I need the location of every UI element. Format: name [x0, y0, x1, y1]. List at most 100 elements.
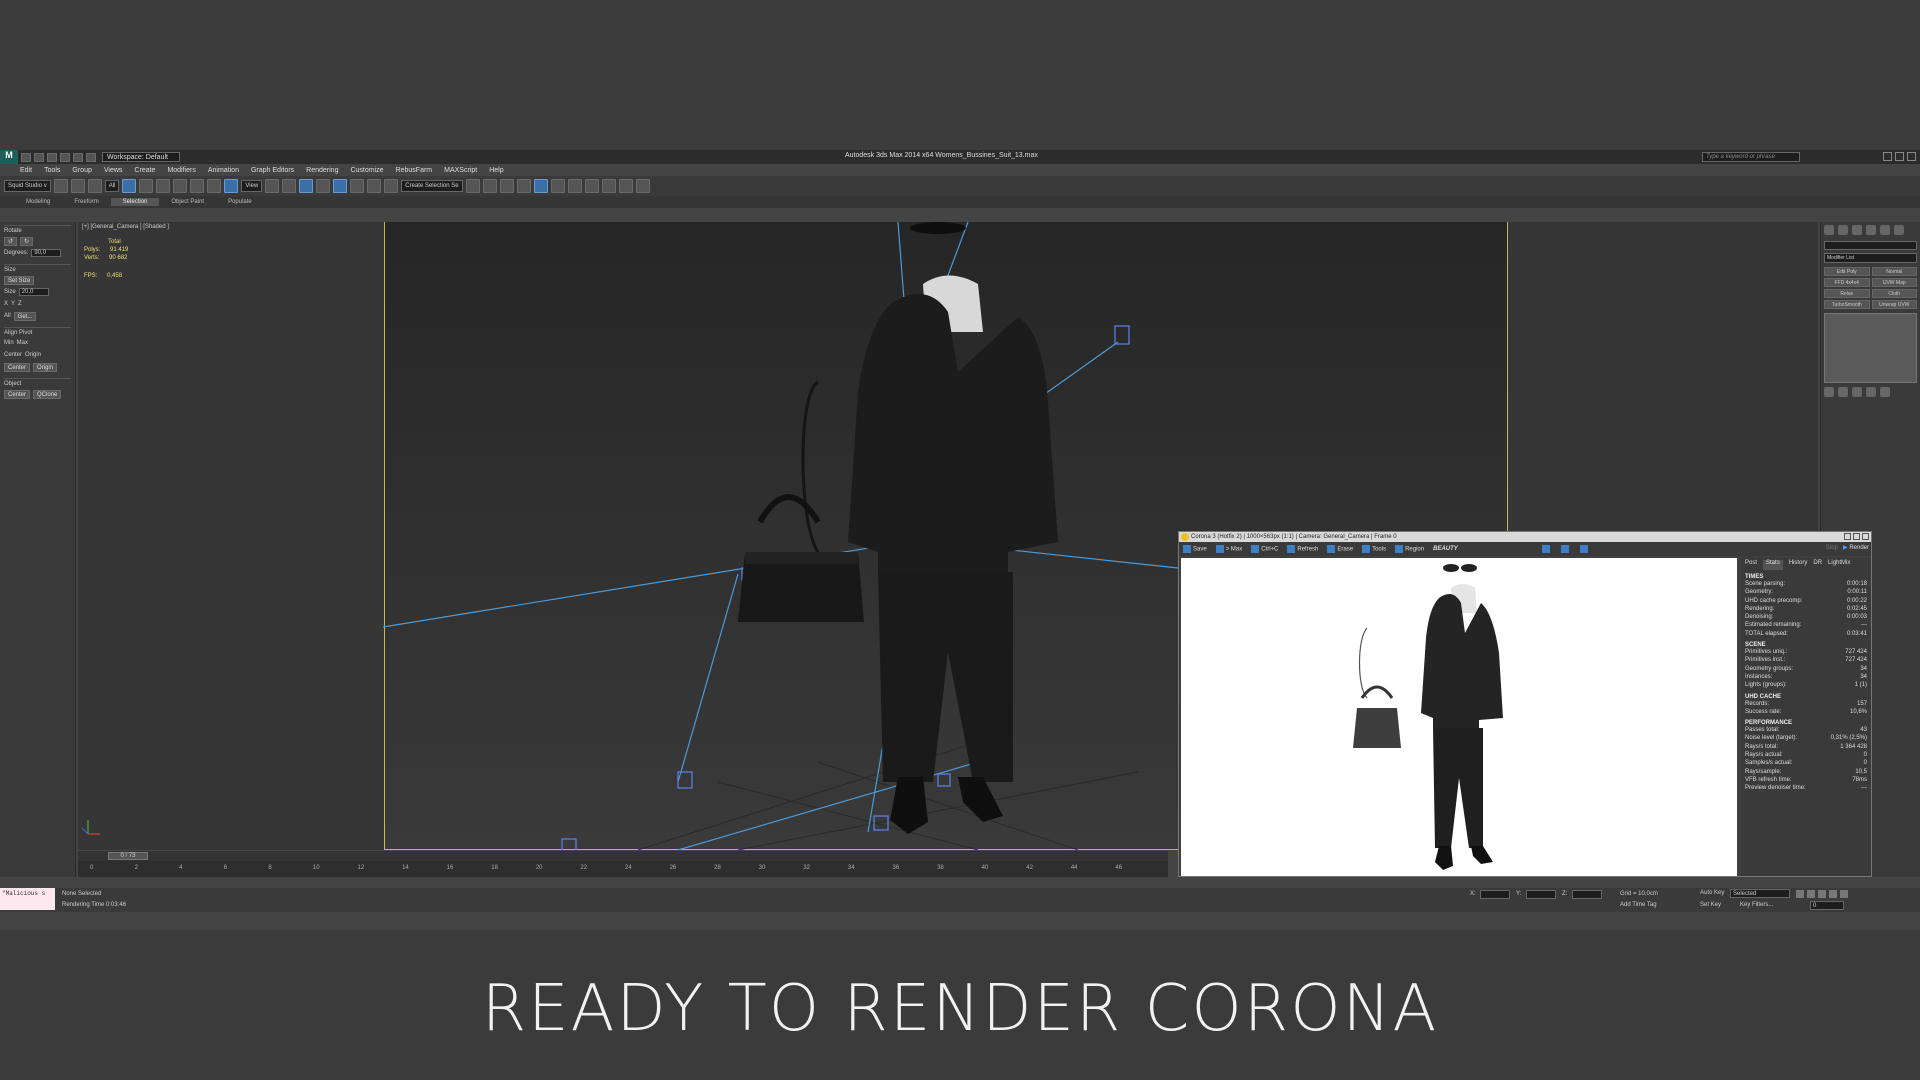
all-radio[interactable]: All [4, 313, 11, 319]
modifier-uvw-map-button[interactable]: UVW Map [1871, 278, 1917, 287]
vfb-refresh-button[interactable]: Refresh [1287, 545, 1318, 553]
window-crossing-icon[interactable] [173, 179, 188, 193]
go-to-start-icon[interactable] [1796, 890, 1804, 898]
zoom-out-icon[interactable] [1561, 545, 1570, 553]
vfb-tab-dr[interactable]: DR [1813, 560, 1822, 570]
set-key-button[interactable]: Set Key [1700, 902, 1721, 908]
snaps-toggle-icon[interactable] [316, 179, 331, 193]
edit-named-selection-icon[interactable] [384, 179, 399, 193]
vfb-save-button[interactable]: Save [1183, 545, 1207, 553]
menu-tools[interactable]: Tools [44, 167, 60, 174]
tab-object-paint[interactable]: Object Paint [159, 198, 216, 206]
percent-snap-icon[interactable] [350, 179, 365, 193]
menu-group[interactable]: Group [72, 167, 91, 174]
vfb-stop-button[interactable]: Stop [1826, 545, 1838, 551]
key-mode-dropdown[interactable]: Selected [1730, 889, 1790, 898]
vfb-tab-stats[interactable]: Stats [1763, 560, 1783, 570]
menu-views[interactable]: Views [104, 167, 123, 174]
set-size-button[interactable]: Set Size [4, 275, 35, 285]
time-slider[interactable]: 0 / 73 [78, 851, 1168, 861]
material-editor-icon[interactable] [567, 179, 582, 193]
menu-rendering[interactable]: Rendering [306, 167, 338, 174]
selection-filter-dropdown[interactable]: All [104, 180, 120, 192]
pivot-center-button[interactable]: Center [4, 362, 31, 372]
rotate-left-button[interactable]: ↺ [4, 236, 18, 246]
scale-icon[interactable] [224, 179, 239, 193]
bind-spacewarp-icon[interactable] [87, 179, 102, 193]
menu-help[interactable]: Help [489, 167, 503, 174]
vfb-copy-button[interactable]: Ctrl+C [1251, 545, 1278, 553]
modifier-list-dropdown[interactable]: Modifier List [1824, 253, 1917, 263]
render-setup-icon[interactable] [584, 179, 599, 193]
x-coord-field[interactable] [1480, 890, 1510, 899]
tab-freeform[interactable]: Freeform [62, 198, 110, 206]
menu-graph-editors[interactable]: Graph Editors [251, 167, 294, 174]
vfb-maximize-icon[interactable] [1853, 533, 1860, 540]
close-icon[interactable] [1907, 152, 1916, 161]
vfb-minimize-icon[interactable] [1844, 533, 1851, 540]
modifier-edit-poly-button[interactable]: Edit Poly [1824, 267, 1870, 276]
current-frame-field[interactable]: 0 [1810, 901, 1844, 910]
unlink-icon[interactable] [70, 179, 85, 193]
zoom-in-icon[interactable] [1542, 545, 1551, 553]
app-logo-icon[interactable]: M [0, 150, 18, 164]
maximize-icon[interactable] [1895, 152, 1904, 161]
motion-tab-icon[interactable] [1866, 225, 1876, 235]
origin-radio[interactable]: Origin [25, 352, 41, 358]
min-radio[interactable]: Min [4, 340, 14, 346]
pin-stack-icon[interactable] [1824, 387, 1834, 397]
max-radio[interactable]: Max [17, 340, 28, 346]
create-tab-icon[interactable] [1824, 225, 1834, 235]
move-icon[interactable] [190, 179, 205, 193]
vfb-erase-button[interactable]: Erase [1327, 545, 1353, 553]
vfb-tab-lightmix[interactable]: LightMix [1828, 560, 1850, 570]
undo-icon[interactable] [60, 152, 70, 162]
select-object-icon[interactable] [122, 179, 137, 193]
save-file-icon[interactable] [47, 152, 57, 162]
vfb-render-button[interactable]: Render [1849, 545, 1869, 551]
axis-x-radio[interactable]: X [4, 301, 8, 307]
modifier-ffd-button[interactable]: FFD 4x4x4 [1824, 278, 1870, 287]
modify-tab-icon[interactable] [1838, 225, 1848, 235]
modifier-stack[interactable] [1824, 313, 1917, 383]
viewport-label[interactable]: [+] [General_Camera ] [Shaded ] [82, 224, 169, 230]
menu-animation[interactable]: Animation [208, 167, 239, 174]
menu-modifiers[interactable]: Modifiers [167, 167, 195, 174]
mirror-icon[interactable] [465, 179, 480, 193]
schematic-view-icon[interactable] [550, 179, 565, 193]
pivot-origin-button[interactable]: Origin [33, 362, 58, 372]
qclone-button[interactable]: QClone [33, 389, 62, 399]
axis-y-radio[interactable]: Y [11, 301, 15, 307]
vfb-to-max-button[interactable]: > Max [1215, 545, 1242, 553]
corona-frame-buffer[interactable]: Corona 3 (Hotfix 2) | 1000×563px (1:1) |… [1178, 531, 1872, 877]
graphite-toggle-icon[interactable] [516, 179, 531, 193]
layer-manager-icon[interactable] [499, 179, 514, 193]
z-coord-field[interactable] [1572, 890, 1602, 899]
menu-maxscript[interactable]: MAXScript [444, 167, 477, 174]
menu-customize[interactable]: Customize [350, 167, 383, 174]
object-name-field[interactable] [1824, 241, 1917, 250]
size-spinner[interactable]: 20,0 [18, 288, 49, 296]
project-dropdown[interactable]: Squid Studio v [4, 180, 51, 192]
menu-edit[interactable]: Edit [20, 167, 32, 174]
previous-frame-icon[interactable] [1807, 890, 1815, 898]
rendered-frame-window-icon[interactable] [601, 179, 616, 193]
tab-modeling[interactable]: Modeling [14, 198, 62, 206]
modifier-normal-button[interactable]: Normal [1871, 267, 1917, 276]
named-selection-dropdown[interactable]: Create Selection Se [401, 180, 463, 192]
degrees-spinner[interactable]: 90,0 [31, 249, 62, 257]
help-search-input[interactable]: Type a keyword or phrase [1702, 152, 1800, 162]
key-filters-button[interactable]: Key Filters... [1740, 902, 1773, 908]
axis-z-radio[interactable]: Z [18, 301, 22, 307]
vfb-region-button[interactable]: Region [1395, 545, 1424, 553]
track-bar[interactable]: 0 2 4 6 8 10 12 14 16 18 20 22 24 26 28 30 32 34 36 38 40 42 4… [78, 861, 1168, 877]
y-coord-field[interactable] [1526, 890, 1556, 899]
rotate-right-button[interactable]: ↻ [20, 236, 34, 246]
auto-key-button[interactable]: Auto Key [1700, 890, 1724, 896]
angle-snap-icon[interactable] [333, 179, 348, 193]
utilities-tab-icon[interactable] [1894, 225, 1904, 235]
new-file-icon[interactable] [21, 152, 31, 162]
get-button[interactable]: Get... [13, 311, 37, 321]
next-frame-icon[interactable] [1829, 890, 1837, 898]
modifier-turbosmooth-button[interactable]: TurboSmooth [1824, 300, 1870, 309]
